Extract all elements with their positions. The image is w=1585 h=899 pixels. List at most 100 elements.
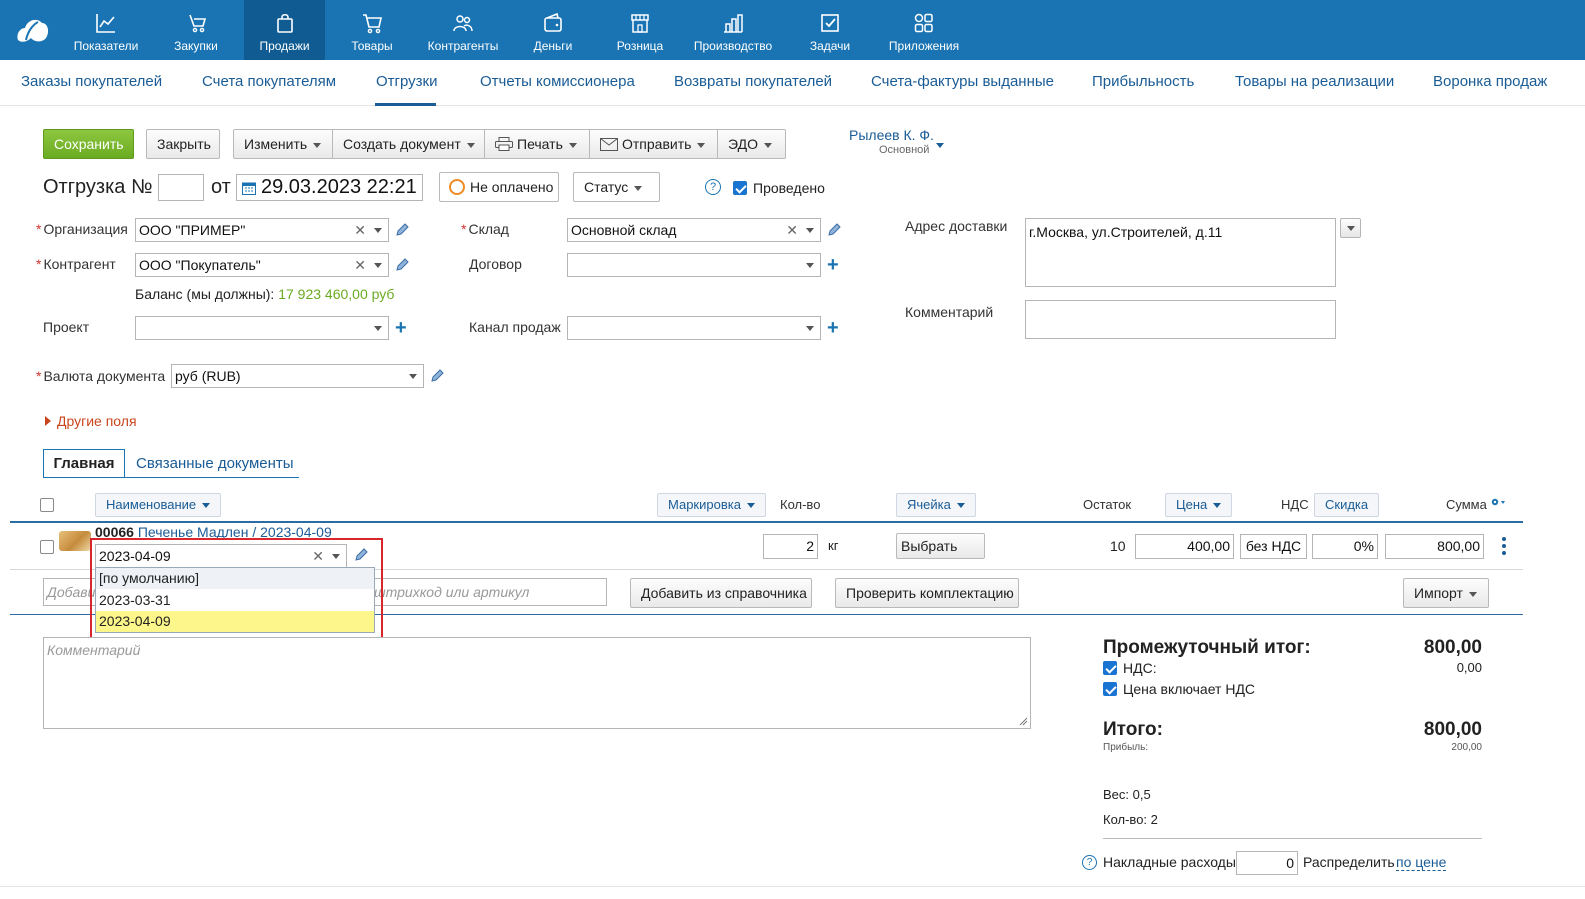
check-kit-button[interactable]: Проверить комплектацию <box>835 578 1019 608</box>
comment-input[interactable] <box>1025 300 1336 339</box>
payment-status-button[interactable]: Не оплачено <box>439 172 559 202</box>
tab-main[interactable]: Главная <box>43 449 125 478</box>
column-marking-header[interactable]: Маркировка <box>657 493 766 517</box>
clear-icon[interactable]: ✕ <box>786 219 798 241</box>
clear-icon[interactable]: ✕ <box>354 219 366 241</box>
comment-placeholder: Комментарий <box>47 642 141 658</box>
select-all-checkbox[interactable] <box>40 498 54 512</box>
print-button[interactable]: Печать <box>484 129 589 159</box>
column-price-header[interactable]: Цена <box>1165 493 1233 517</box>
calendar-icon[interactable] <box>242 181 256 195</box>
column-discount-header[interactable]: Скидка <box>1314 493 1380 517</box>
edit-pencil-icon[interactable] <box>395 258 409 272</box>
logo-icon[interactable] <box>14 14 50 44</box>
quantity-input[interactable]: 2 <box>763 534 818 559</box>
counterparty-select[interactable]: ООО "Покупатель" ✕ <box>135 253 389 277</box>
distribute-by-price-link[interactable]: по цене <box>1396 854 1447 871</box>
row-more-icon[interactable] <box>1502 537 1506 555</box>
overhead-input[interactable]: 0 <box>1236 851 1298 875</box>
user-name[interactable]: Рылеев К. Ф. <box>849 127 934 143</box>
edit-pencil-icon[interactable] <box>430 369 444 383</box>
chevron-down-icon[interactable] <box>806 228 814 233</box>
edit-menu-button[interactable]: Изменить <box>233 129 332 159</box>
nav-item-counterparties[interactable]: Контрагенты <box>418 0 508 60</box>
nav-item-retail[interactable]: Розница <box>608 0 672 60</box>
apps-icon <box>914 13 933 33</box>
add-contract-icon[interactable]: + <box>827 255 839 275</box>
subnav-customer-invoices[interactable]: Счета покупателям <box>202 73 336 90</box>
column-settings-gear-icon[interactable] <box>1490 497 1508 509</box>
help-icon[interactable]: ? <box>705 179 721 195</box>
subnav-profitability[interactable]: Прибыльность <box>1092 73 1194 90</box>
clear-icon[interactable]: ✕ <box>354 254 366 276</box>
warehouse-select[interactable]: Основной склад ✕ <box>567 218 821 242</box>
document-title: Отгрузка № <box>43 176 153 198</box>
contract-select[interactable] <box>567 253 821 277</box>
comment-label: Комментарий <box>905 304 994 320</box>
subnav-commission-reports[interactable]: Отчеты комиссионера <box>480 73 635 90</box>
edit-pencil-icon[interactable] <box>395 223 409 237</box>
triangle-right-icon <box>45 416 51 426</box>
send-label: Отправить <box>622 136 692 152</box>
currency-select[interactable]: руб (RUB) <box>171 364 424 388</box>
subnav-customer-orders[interactable]: Заказы покупателей <box>21 73 162 90</box>
price-includes-vat-checkbox[interactable] <box>1103 682 1117 696</box>
balance-line: Баланс (мы должны): 17 923 460,00 руб <box>135 286 394 302</box>
nav-item-apps[interactable]: Приложения <box>880 0 968 60</box>
document-date-input[interactable]: 29.03.2023 22:21 <box>236 174 423 201</box>
discount-input[interactable]: 0% <box>1312 534 1378 559</box>
chevron-down-icon[interactable] <box>374 326 382 331</box>
subnav-customer-returns[interactable]: Возвраты покупателей <box>674 73 832 90</box>
add-from-catalog-button[interactable]: Добавить из справочника <box>630 578 812 608</box>
address-expand-button[interactable] <box>1340 218 1361 238</box>
edit-pencil-icon[interactable] <box>827 223 841 237</box>
organization-select[interactable]: ООО "ПРИМЕР" ✕ <box>135 218 389 242</box>
subnav-sales-funnel[interactable]: Воронка продаж <box>1433 73 1547 90</box>
save-button[interactable]: Сохранить <box>43 129 134 159</box>
subnav-shipments[interactable]: Отгрузки <box>376 73 438 90</box>
chevron-down-icon[interactable] <box>374 263 382 268</box>
project-select[interactable] <box>135 316 389 340</box>
nav-item-purchases[interactable]: Закупки <box>160 0 232 60</box>
column-cell-header[interactable]: Ячейка <box>896 493 976 517</box>
posted-checkbox[interactable] <box>733 181 747 195</box>
tab-related-documents[interactable]: Связанные документы <box>136 455 294 472</box>
nav-item-sales[interactable]: Продажи <box>244 0 325 60</box>
chevron-down-icon[interactable] <box>409 374 417 379</box>
subnav-invoices-issued[interactable]: Счета-фактуры выданные <box>871 73 1054 90</box>
vat-select[interactable]: без НДС <box>1240 534 1307 559</box>
column-name-header[interactable]: Наименование <box>95 493 222 517</box>
create-document-button[interactable]: Создать документ <box>332 129 484 159</box>
chevron-down-icon[interactable] <box>806 263 814 268</box>
subnav-consignment-goods[interactable]: Товары на реализации <box>1235 73 1394 90</box>
price-input[interactable]: 400,00 <box>1135 534 1234 559</box>
sales-channel-select[interactable] <box>567 316 821 340</box>
add-sales-channel-icon[interactable]: + <box>827 318 839 338</box>
nav-label: Продажи <box>259 39 310 53</box>
chevron-down-icon[interactable] <box>806 326 814 331</box>
resize-handle-icon[interactable] <box>1018 716 1028 726</box>
send-button[interactable]: Отправить <box>589 129 717 159</box>
add-project-icon[interactable]: + <box>395 318 407 338</box>
delivery-address-input[interactable]: г.Москва, ул.Строителей, д.11 <box>1025 218 1336 287</box>
document-comment-textarea[interactable]: Комментарий <box>43 637 1031 729</box>
vat-checkbox[interactable] <box>1103 661 1117 675</box>
import-button[interactable]: Импорт <box>1403 578 1489 608</box>
other-fields-toggle[interactable]: Другие поля <box>45 413 137 429</box>
status-button[interactable]: Статус <box>573 172 660 202</box>
sum-input[interactable]: 800,00 <box>1385 534 1484 559</box>
nav-item-goods[interactable]: Товары <box>338 0 406 60</box>
close-button[interactable]: Закрыть <box>146 129 220 159</box>
chevron-down-icon[interactable] <box>374 228 382 233</box>
product-thumbnail[interactable] <box>59 531 91 551</box>
overhead-help-icon[interactable]: ? <box>1082 855 1097 870</box>
nav-item-tasks[interactable]: Задачи <box>800 0 860 60</box>
user-chevron-down-icon[interactable] <box>936 143 944 148</box>
nav-item-money[interactable]: Деньги <box>522 0 584 60</box>
edo-button[interactable]: ЭДО <box>717 129 786 159</box>
nav-item-indicators[interactable]: Показатели <box>66 0 146 60</box>
nav-item-production[interactable]: Производство <box>688 0 778 60</box>
row-checkbox[interactable] <box>40 540 54 554</box>
document-number-input[interactable] <box>158 174 204 201</box>
cell-select-button[interactable]: Выбрать <box>896 533 985 559</box>
